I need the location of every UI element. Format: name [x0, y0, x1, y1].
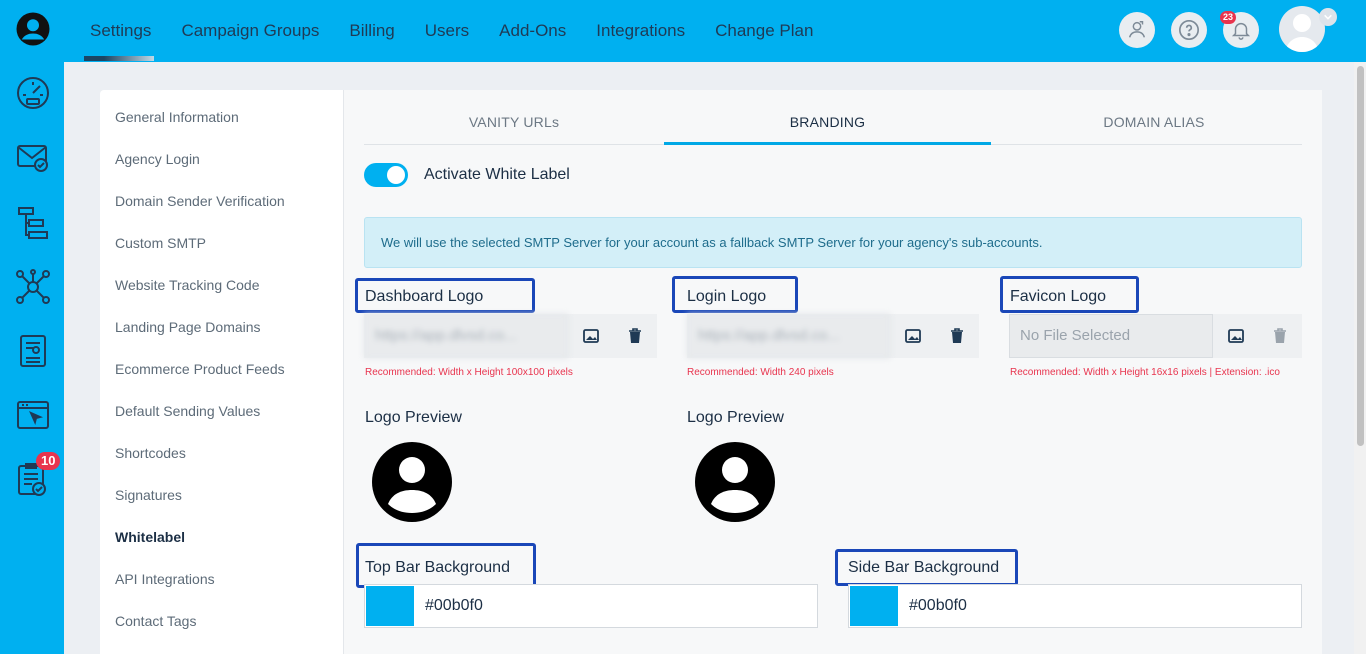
dashboard-logo-preview-user-icon: [372, 442, 452, 522]
login-logo-preview-user-icon: [695, 442, 775, 522]
page-scrollbar-thumb[interactable]: [1357, 66, 1364, 446]
nav-integrations[interactable]: Integrations: [596, 21, 685, 41]
user-switch-button[interactable]: [1119, 12, 1155, 48]
trash-icon: [951, 328, 963, 343]
login-logo-preview-label: Logo Preview: [687, 409, 784, 426]
login-logo-file-input[interactable]: https://app.dlvsd.co...: [687, 314, 890, 358]
forms-document-icon[interactable]: [14, 332, 52, 370]
tab-vanity-urls[interactable]: VANITY URLs: [364, 104, 664, 145]
menu-custom-smtp[interactable]: Custom SMTP: [115, 235, 206, 251]
tab-domain-alias[interactable]: DOMAIN ALIAS: [1004, 104, 1304, 145]
nav-active-indicator: [84, 56, 154, 61]
image-icon: [1228, 329, 1244, 343]
nav-campaign-groups[interactable]: Campaign Groups: [181, 21, 319, 41]
menu-domain-sender-verification[interactable]: Domain Sender Verification: [115, 193, 285, 209]
side-bar-color-swatch[interactable]: [850, 586, 898, 626]
side-bar-color-value: #00b0f0: [909, 597, 967, 614]
menu-website-tracking-code[interactable]: Website Tracking Code: [115, 277, 259, 293]
menu-whitelabel[interactable]: Whitelabel: [115, 529, 185, 545]
login-logo-delete-button[interactable]: [935, 314, 979, 358]
menu-contact-tags[interactable]: Contact Tags: [115, 613, 196, 629]
user-avatar[interactable]: [1279, 6, 1325, 52]
notification-badge: 23: [1220, 11, 1237, 24]
network-contacts-icon[interactable]: [14, 268, 52, 306]
favicon-logo-label: Favicon Logo: [1010, 288, 1107, 305]
login-logo-upload: https://app.dlvsd.co...: [687, 314, 979, 358]
user-switch-icon: [1128, 21, 1146, 38]
whitelabel-tabs: VANITY URLs BRANDING DOMAIN ALIAS: [364, 104, 1302, 145]
menu-landing-page-domains[interactable]: Landing Page Domains: [115, 319, 261, 335]
top-bar-color-swatch[interactable]: [366, 586, 414, 626]
image-icon: [583, 329, 599, 343]
email-campaign-icon[interactable]: [14, 138, 52, 176]
dashboard-logo-preview-label: Logo Preview: [365, 409, 462, 426]
menu-agency-login[interactable]: Agency Login: [115, 151, 200, 167]
nav-change-plan[interactable]: Change Plan: [715, 21, 813, 41]
menu-general-information[interactable]: General Information: [115, 109, 239, 125]
login-logo-recommendation: Recommended: Width 240 pixels: [687, 367, 834, 378]
menu-ecommerce-product-feeds[interactable]: Ecommerce Product Feeds: [115, 361, 285, 377]
nav-settings[interactable]: Settings: [90, 21, 151, 41]
help-icon: [1179, 20, 1199, 40]
icon-sidebar: 10: [0, 0, 64, 654]
tab-branding[interactable]: BRANDING: [664, 104, 991, 145]
top-bar-background-label: Top Bar Background: [365, 559, 510, 576]
nav-add-ons[interactable]: Add-Ons: [499, 21, 566, 41]
white-label-toggle[interactable]: [364, 163, 408, 187]
dashboard-logo-recommendation: Recommended: Width x Height 100x100 pixe…: [365, 367, 573, 378]
menu-shortcodes[interactable]: Shortcodes: [115, 445, 186, 461]
favicon-logo-file-input[interactable]: No File Selected: [1009, 314, 1213, 358]
account-circle-icon[interactable]: [14, 10, 52, 48]
favicon-logo-image-button[interactable]: [1214, 314, 1258, 358]
menu-api-integrations[interactable]: API Integrations: [115, 571, 215, 587]
top-bar-color-input[interactable]: #00b0f0: [364, 584, 818, 628]
dashboard-logo-image-button[interactable]: [569, 314, 613, 358]
side-bar-color-input[interactable]: #00b0f0: [848, 584, 1302, 628]
avatar-menu-toggle[interactable]: [1319, 8, 1337, 26]
nav-users[interactable]: Users: [425, 21, 469, 41]
chevron-down-icon: [1324, 14, 1332, 20]
top-bar: Settings Campaign Groups Billing Users A…: [64, 0, 1366, 62]
dashboard-gauge-icon[interactable]: [14, 74, 52, 112]
help-button[interactable]: [1171, 12, 1207, 48]
favicon-logo-upload: No File Selected: [1009, 314, 1302, 358]
dashboard-logo-upload: https://app.dlvsd.co...: [364, 314, 657, 358]
dashboard-logo-file-input[interactable]: https://app.dlvsd.co...: [364, 314, 568, 358]
top-navigation: Settings Campaign Groups Billing Users A…: [84, 0, 813, 62]
avatar-silhouette-icon: [1285, 14, 1319, 52]
menu-default-sending-values[interactable]: Default Sending Values: [115, 403, 260, 419]
side-bar-background-label: Side Bar Background: [848, 559, 1000, 576]
favicon-logo-delete-button[interactable]: [1258, 314, 1302, 358]
menu-signatures[interactable]: Signatures: [115, 487, 182, 503]
white-label-toggle-label: Activate White Label: [424, 166, 570, 183]
top-bar-color-value: #00b0f0: [425, 597, 483, 614]
automation-flow-icon[interactable]: [14, 204, 52, 242]
settings-menu: General Information Agency Login Domain …: [100, 90, 344, 654]
dashboard-logo-delete-button[interactable]: [613, 314, 657, 358]
dashboard-logo-label: Dashboard Logo: [365, 288, 484, 305]
nav-billing[interactable]: Billing: [349, 21, 394, 41]
login-logo-label: Login Logo: [687, 288, 767, 305]
tasks-badge: 10: [36, 452, 61, 470]
trash-icon: [629, 328, 641, 343]
landing-page-icon[interactable]: [14, 396, 52, 434]
login-logo-image-button[interactable]: [891, 314, 935, 358]
image-icon: [905, 329, 921, 343]
info-alert: We will use the selected SMTP Server for…: [364, 217, 1302, 268]
favicon-logo-recommendation: Recommended: Width x Height 16x16 pixels…: [1010, 367, 1280, 378]
trash-icon: [1274, 328, 1286, 343]
